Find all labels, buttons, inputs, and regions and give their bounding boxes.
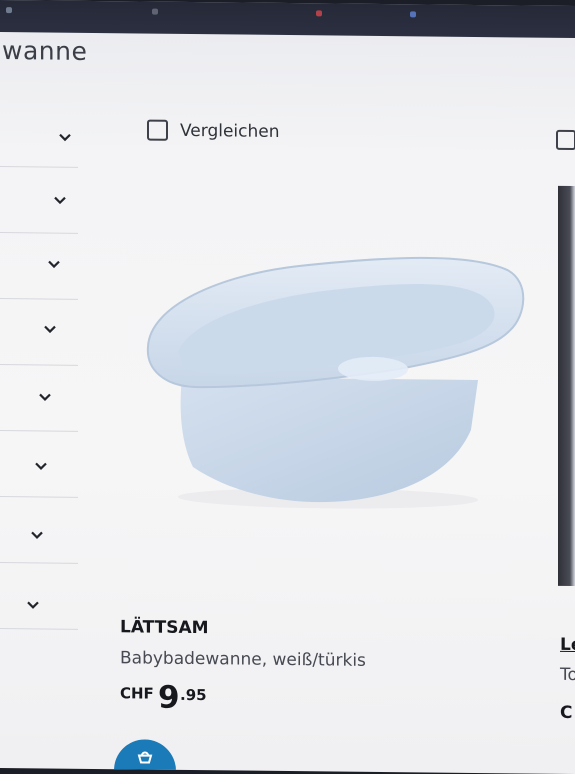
chevron-down-icon[interactable] [31, 529, 43, 541]
filter-accordion-item[interactable] [0, 430, 78, 498]
product-image-baby-bathtub[interactable] [138, 226, 528, 515]
filter-accordion-item[interactable] [0, 232, 78, 300]
price-currency: CHF [120, 684, 154, 703]
chevron-down-icon[interactable] [54, 195, 66, 207]
next-compare-checkbox[interactable] [556, 129, 575, 151]
product-name[interactable]: LÄTTSAM [120, 617, 209, 638]
compare-checkbox[interactable] [147, 119, 168, 141]
chevron-down-icon[interactable] [39, 391, 51, 403]
tab-favicon[interactable] [316, 10, 322, 17]
tab-favicon[interactable] [410, 11, 416, 18]
next-product-price: C [560, 702, 573, 723]
browser-screen: wanne Vergleichen LÄTTSAM Babybadewanne,… [0, 0, 575, 774]
chevron-down-icon[interactable] [59, 132, 71, 144]
chevron-down-icon[interactable] [44, 323, 56, 335]
price-decimal: .95 [180, 685, 207, 705]
price-integer: 9 [158, 679, 180, 716]
filter-accordion-item[interactable] [0, 496, 78, 564]
next-product-name[interactable]: Le [560, 635, 575, 655]
next-product-description: To [560, 664, 575, 686]
page-title: wanne [2, 36, 88, 66]
filter-accordion-item[interactable] [0, 166, 78, 234]
chevron-down-icon[interactable] [27, 599, 39, 611]
compare-label[interactable]: Vergleichen [180, 120, 280, 141]
next-product-card[interactable]: Le To C [552, 6, 575, 774]
browser-tab-strip [0, 0, 575, 39]
compare-control[interactable]: Vergleichen [147, 119, 280, 142]
filter-accordion-item[interactable] [0, 298, 78, 366]
filter-accordion-item[interactable] [0, 364, 78, 432]
tab-favicon[interactable] [152, 8, 158, 15]
tab-favicon[interactable] [6, 7, 12, 14]
product-description: Babybadewanne, weiß/türkis [120, 648, 366, 671]
filter-accordion-item[interactable] [0, 562, 78, 630]
next-product-image[interactable] [558, 185, 575, 587]
filter-accordion-item[interactable] [0, 100, 78, 168]
chevron-down-icon[interactable] [35, 460, 47, 472]
add-to-cart-button[interactable] [114, 739, 176, 774]
filter-sidebar [0, 100, 80, 630]
chevron-down-icon[interactable] [48, 259, 60, 271]
shopping-bag-icon [137, 751, 153, 764]
